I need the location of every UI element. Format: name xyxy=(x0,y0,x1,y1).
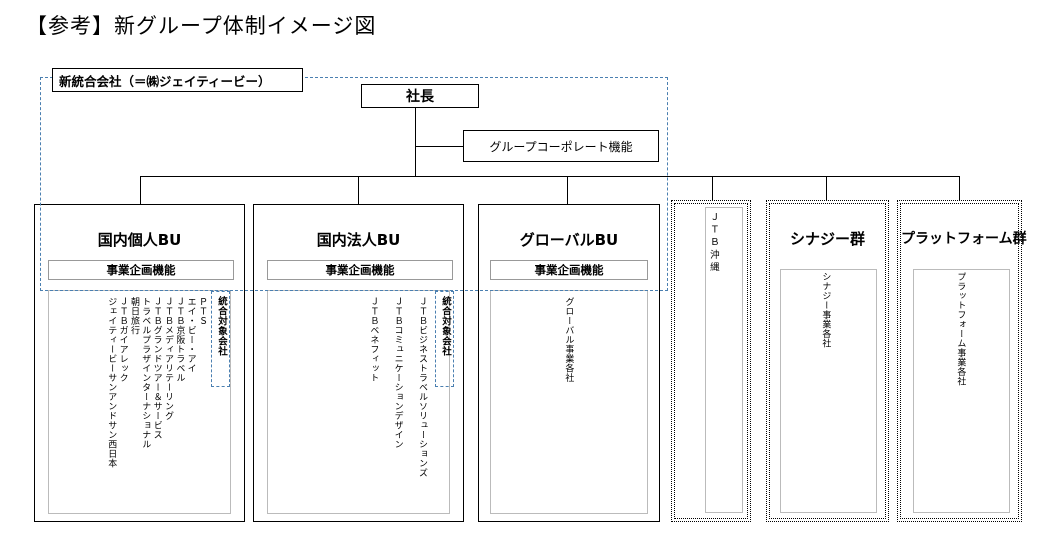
company-item: ＪＴＢベネフィット xyxy=(368,297,379,383)
company-item: ジェイティービーサンアンドサン西日本 xyxy=(106,297,117,468)
company-list: ＰＴＳ エイ・ビー・アイ ＪＴＢ京阪トラベル ＪＴＢメディアリテーリング ＪＴＢ… xyxy=(93,297,207,509)
company-list: ＪＴＢビジネストラベルソリューションズ ＪＴＢコミュニケーションデザイン ＪＴＢ… xyxy=(367,297,427,509)
connector-drop-5 xyxy=(826,176,827,200)
company-label-box: 新統合会社（＝㈱ジェイティービー） xyxy=(52,68,303,92)
company-item: エイ・ビー・アイ xyxy=(185,297,196,373)
integrated-target-label: 統合対象会社 xyxy=(216,296,227,356)
company-item: ＪＴＢメディアリテーリング xyxy=(162,297,173,421)
company-item: シナジー事業各社 xyxy=(820,272,831,348)
company-item: ＪＴＢガイアレック xyxy=(117,297,128,383)
column-okinawa: ＪＴＢ沖縄 xyxy=(671,200,751,522)
column-title: ＪＴＢ沖縄 xyxy=(707,212,719,275)
connector-drop-6 xyxy=(959,176,960,200)
integrated-target-tag: 統合対象会社 xyxy=(435,291,454,387)
company-item: プラットフォーム事業各社 xyxy=(955,272,966,386)
company-item: ＪＴＢコミュニケーションデザイン xyxy=(392,297,403,449)
company-item: グローバル事業各社 xyxy=(563,297,574,383)
integrated-company-frame xyxy=(40,77,668,291)
company-item: ＪＴＢ京阪トラベル xyxy=(174,297,185,383)
column-title: プラットフォーム群 xyxy=(901,231,1027,247)
company-item: ＪＴＢグランドツアー＆サービス xyxy=(151,297,162,440)
connector-drop-4 xyxy=(712,176,713,200)
column-platform: プラットフォーム群 プラットフォーム事業各社 xyxy=(897,200,1027,522)
column-synergy: シナジー群 シナジー事業各社 xyxy=(766,200,889,522)
company-label: 新統合会社（＝㈱ジェイティービー） xyxy=(59,73,271,89)
column-title: シナジー群 xyxy=(789,230,865,248)
integrated-target-tag: 統合対象会社 xyxy=(211,291,230,387)
company-item: 朝日旅行 xyxy=(128,297,139,335)
integrated-target-label: 統合対象会社 xyxy=(440,296,451,356)
company-item: ＰＴＳ xyxy=(197,297,207,326)
company-item: ＪＴＢビジネストラベルソリューションズ xyxy=(417,297,427,478)
company-item: トラベルプラザインターナショナル xyxy=(140,297,151,449)
page-title: 【参考】新グループ体制イメージ図 xyxy=(26,14,377,38)
